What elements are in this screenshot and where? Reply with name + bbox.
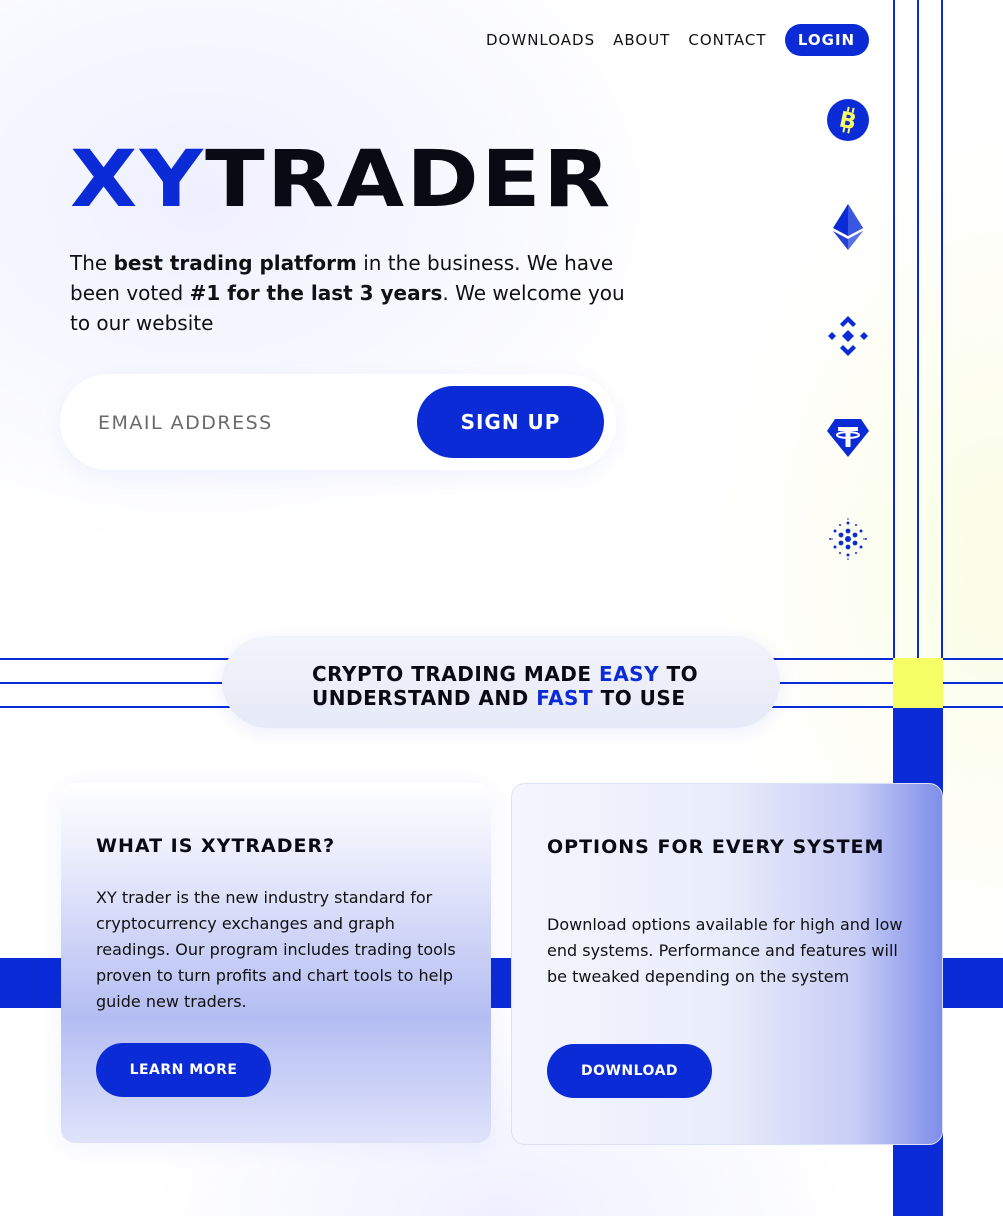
bitcoin-icon[interactable]: B — [826, 98, 870, 142]
tagline-part: TO — [659, 662, 699, 686]
tether-icon[interactable] — [826, 416, 870, 460]
signup-form: SIGN UP — [60, 374, 616, 470]
download-button[interactable]: DOWNLOAD — [547, 1044, 712, 1098]
hero-text-bold: best trading platform — [113, 251, 357, 275]
tagline-pill: CRYPTO TRADING MADE EASY TO UNDERSTAND A… — [222, 636, 780, 728]
binance-icon[interactable] — [826, 314, 870, 358]
card-body: XY trader is the new industry standard f… — [96, 888, 456, 1011]
card-body: Download options available for high and … — [547, 915, 903, 986]
login-button[interactable]: LOGIN — [784, 24, 869, 56]
decor-vertical-line-1 — [893, 0, 895, 658]
nav-link-downloads[interactable]: DOWNLOADS — [486, 31, 595, 49]
hero-text-bold: #1 for the last 3 years — [189, 281, 443, 305]
cardano-icon[interactable] — [826, 517, 870, 561]
decor-yellow-square — [893, 658, 943, 708]
email-input[interactable] — [96, 404, 400, 442]
ethereum-icon[interactable] — [826, 204, 870, 250]
card-what-is-xytrader: WHAT IS XYTRADER? XY trader is the new i… — [61, 783, 491, 1143]
logo-trader: TRADER — [205, 135, 613, 225]
decor-vertical-line-2 — [917, 0, 919, 658]
learn-more-button[interactable]: LEARN MORE — [96, 1043, 271, 1097]
brand-logo: XYTRADER — [70, 140, 612, 220]
signup-button[interactable]: SIGN UP — [417, 386, 604, 458]
logo-xy: XY — [70, 135, 206, 225]
card-options-every-system: OPTIONS FOR EVERY SYSTEM Download option… — [511, 783, 943, 1145]
tagline-part: TO USE — [593, 686, 686, 710]
tagline-text: CRYPTO TRADING MADE EASY TO UNDERSTAND A… — [312, 662, 698, 710]
nav-link-contact[interactable]: CONTACT — [688, 31, 766, 49]
card-title: WHAT IS XYTRADER? — [96, 835, 336, 857]
hero-description: The best trading platform in the busines… — [70, 248, 630, 338]
hero-text-part: The — [70, 251, 114, 275]
tagline-highlight: EASY — [599, 662, 660, 686]
top-nav: DOWNLOADS ABOUT CONTACT LOGIN — [486, 24, 869, 56]
decor-vertical-line-3 — [941, 0, 943, 658]
tagline-part: CRYPTO TRADING MADE — [312, 662, 600, 686]
tagline-part: UNDERSTAND AND — [312, 686, 537, 710]
card-title: OPTIONS FOR EVERY SYSTEM — [547, 836, 885, 858]
tagline-highlight: FAST — [536, 686, 594, 710]
nav-link-about[interactable]: ABOUT — [613, 31, 670, 49]
